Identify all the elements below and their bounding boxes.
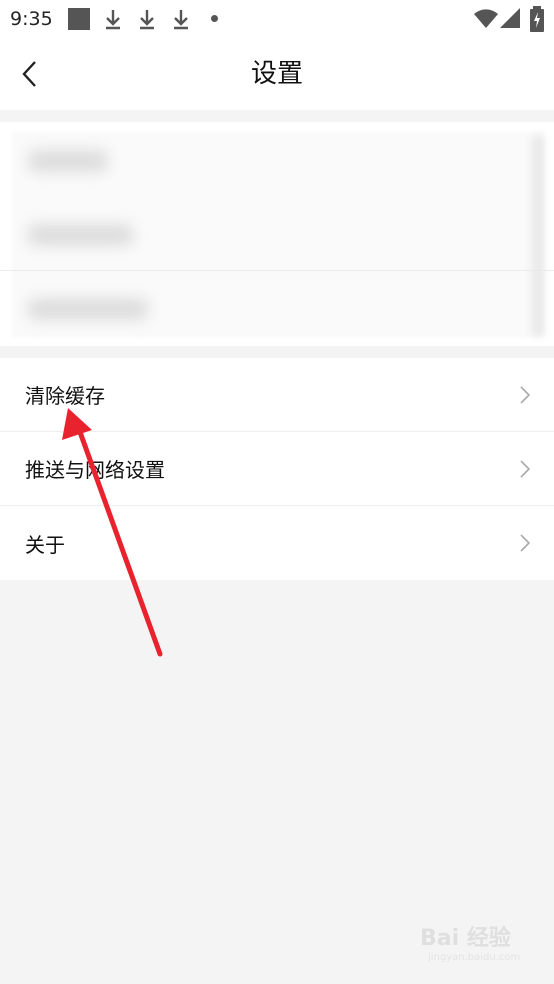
status-bar: 9:35 xyxy=(0,0,554,38)
blurred-account-section xyxy=(0,122,554,346)
signal-icon xyxy=(500,8,520,28)
chevron-right-icon xyxy=(520,460,530,478)
notification-square-icon xyxy=(68,8,90,30)
menu-item-label: 关于 xyxy=(25,532,65,557)
blurred-line xyxy=(28,224,133,246)
dot-icon xyxy=(211,15,218,22)
blurred-line xyxy=(28,298,148,320)
download-icon xyxy=(140,10,154,30)
navigation-bar: 设置 xyxy=(0,38,554,110)
watermark-brand: Bai 经验 xyxy=(420,926,511,951)
menu-item-push-network-settings[interactable]: 推送与网络设置 xyxy=(0,432,554,506)
wifi-icon xyxy=(474,9,498,28)
menu-item-clear-cache[interactable]: 清除缓存 xyxy=(0,358,554,432)
chevron-right-icon xyxy=(520,386,530,404)
chevron-right-icon xyxy=(520,534,530,552)
blurred-edge xyxy=(532,136,544,336)
menu-item-about[interactable]: 关于 xyxy=(0,506,554,580)
divider xyxy=(0,270,554,271)
watermark-logo: Bai 经验 jingyan.baidu.com xyxy=(420,920,520,963)
blurred-line xyxy=(28,150,108,172)
menu-item-label: 推送与网络设置 xyxy=(25,458,165,482)
chevron-left-icon xyxy=(22,61,36,87)
back-button[interactable] xyxy=(14,56,44,92)
settings-menu: 清除缓存 推送与网络设置 关于 xyxy=(0,358,554,580)
download-icon xyxy=(174,10,188,30)
watermark-url: jingyan.baidu.com xyxy=(428,952,521,963)
status-time: 9:35 xyxy=(10,8,53,30)
page-title: 设置 xyxy=(250,59,303,89)
menu-item-label: 清除缓存 xyxy=(25,384,105,408)
battery-charging-icon xyxy=(530,6,544,32)
download-icon xyxy=(106,10,120,30)
